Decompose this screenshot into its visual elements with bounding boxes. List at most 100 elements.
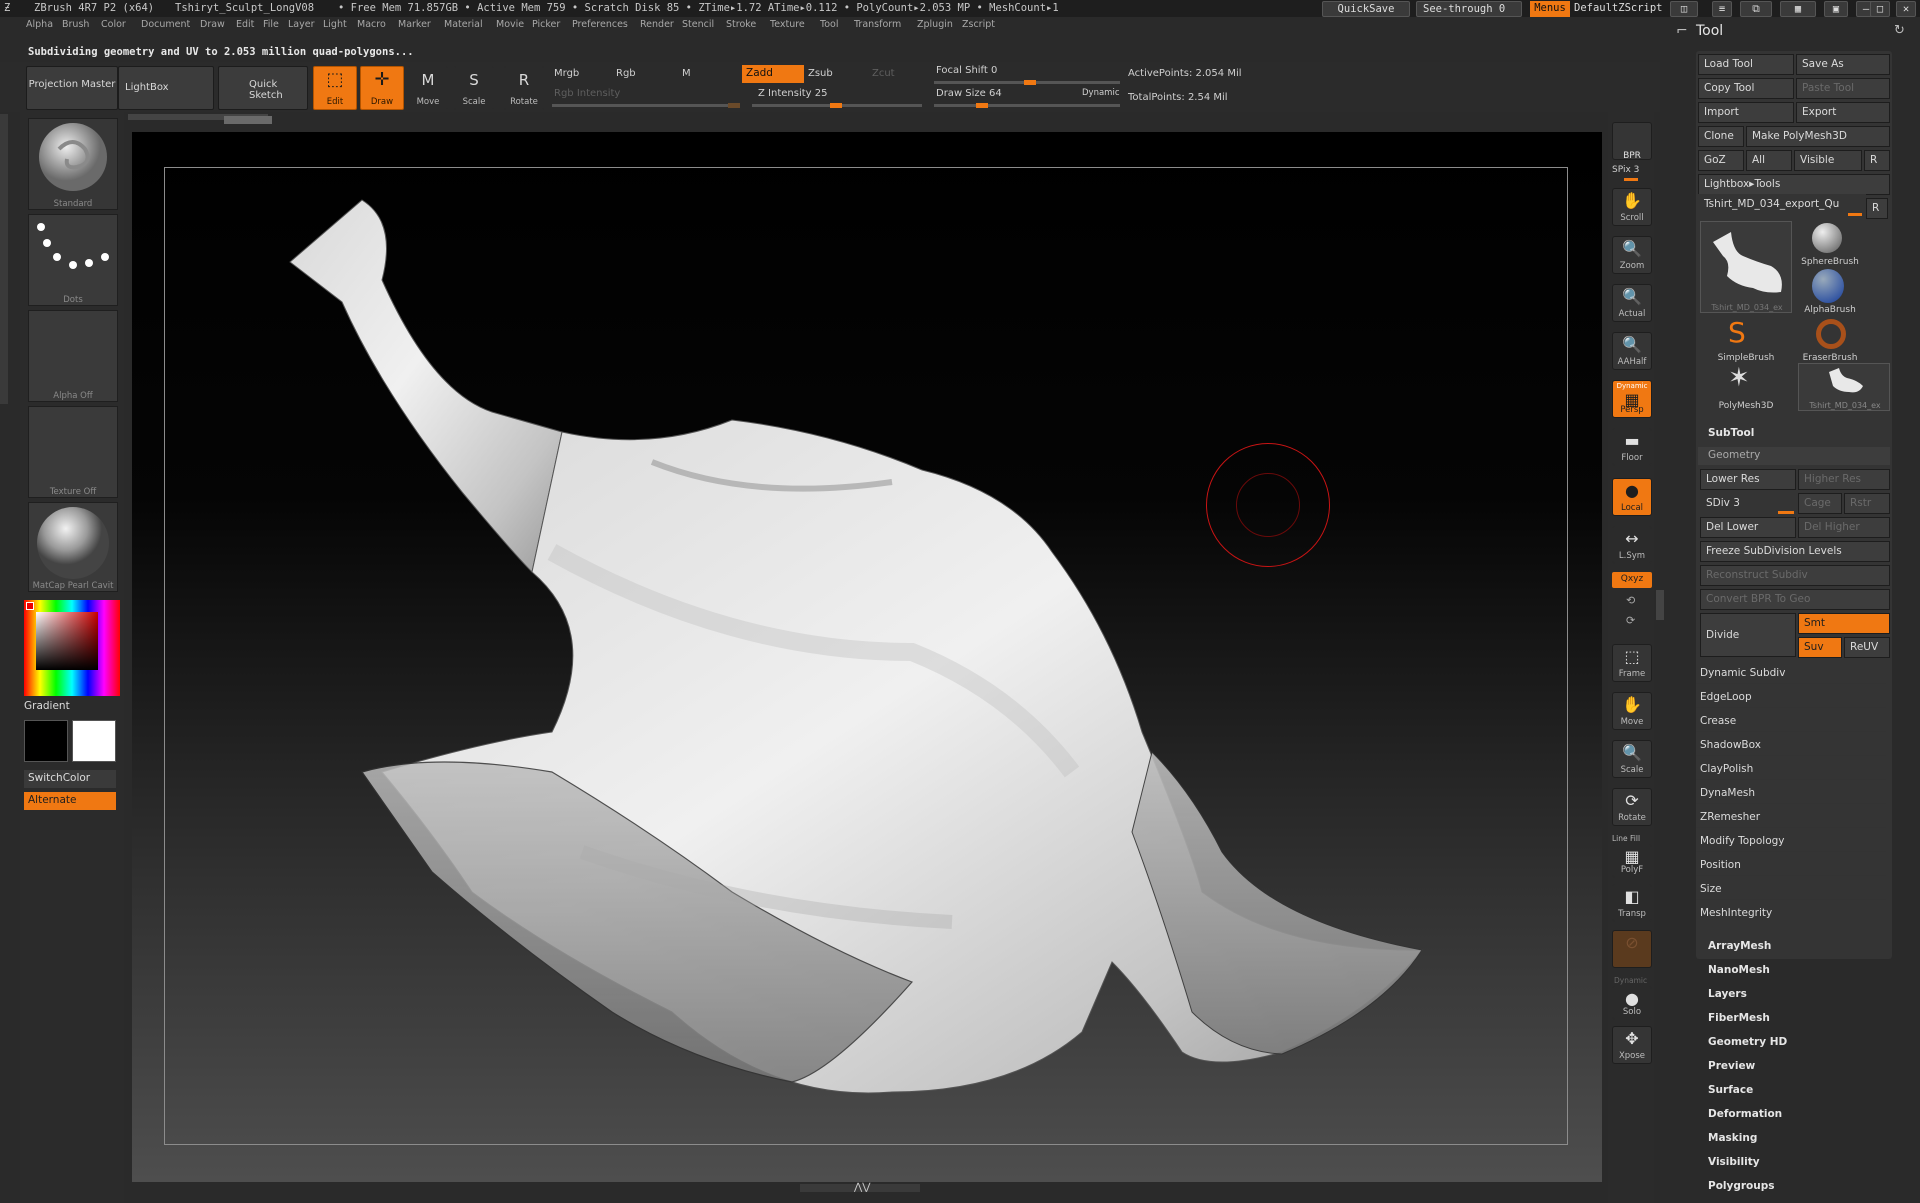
menu-layer[interactable]: Layer — [288, 19, 315, 30]
rotate-button[interactable]: R Rotate — [504, 66, 544, 110]
menu-render[interactable]: Render — [640, 19, 674, 30]
brush-selector[interactable]: Standard — [28, 118, 118, 210]
meshintegrity-subpalette[interactable]: MeshIntegrity — [1696, 902, 1886, 924]
menu-light[interactable]: Light — [323, 19, 347, 30]
alpha-selector[interactable]: Alpha Off — [28, 310, 118, 402]
geometry-hd-section[interactable]: Geometry HD — [1708, 1036, 1787, 1048]
polymesh-star-icon[interactable]: ✶ — [1728, 363, 1750, 393]
main-color-swatch[interactable] — [72, 720, 116, 762]
rgb-intensity-knob[interactable] — [728, 103, 740, 108]
dynamic-toggle[interactable]: Dynamic — [1082, 88, 1120, 98]
geometry-section[interactable]: Geometry — [1698, 447, 1890, 465]
menu-picker[interactable]: Picker — [532, 19, 560, 30]
deformation-section[interactable]: Deformation — [1708, 1108, 1782, 1120]
canvas-scroll-thumb[interactable] — [224, 116, 272, 124]
ghost-button[interactable]: ⊘ — [1612, 930, 1652, 968]
menu-transform[interactable]: Transform — [854, 19, 901, 30]
reuv-toggle[interactable]: ReUV — [1844, 637, 1890, 658]
menu-texture[interactable]: Texture — [770, 19, 805, 30]
sphere-brush-icon[interactable] — [1812, 223, 1842, 253]
convert-bpr-button[interactable]: Convert BPR To Geo — [1700, 589, 1890, 610]
window-layout-icon[interactable]: ▦ — [1780, 1, 1816, 17]
divide-button[interactable]: Divide — [1700, 613, 1796, 657]
menu-color[interactable]: Color — [101, 19, 126, 30]
make-polymesh-button[interactable]: Make PolyMesh3D — [1746, 126, 1890, 147]
nanomesh-section[interactable]: NanoMesh — [1708, 964, 1770, 976]
menu-macro[interactable]: Macro — [357, 19, 386, 30]
z-intensity-knob[interactable] — [830, 103, 842, 108]
polyf-button[interactable]: ▦ PolyF — [1612, 844, 1652, 878]
z-intensity-slider[interactable]: Z Intensity 25 — [758, 88, 827, 99]
mrgb-button[interactable]: Mrgb — [554, 68, 579, 79]
zcut-button[interactable]: Zcut — [872, 68, 895, 79]
actual-button[interactable]: 🔍 Actual — [1612, 284, 1652, 322]
secondary-color-swatch[interactable] — [24, 720, 68, 762]
tool-panel-title[interactable]: Tool — [1696, 23, 1723, 39]
load-tool-button[interactable]: Load Tool — [1698, 54, 1794, 75]
simple-brush-icon[interactable]: S — [1728, 317, 1746, 349]
zsub-button[interactable]: Zsub — [808, 68, 833, 79]
menu-material[interactable]: Material — [444, 19, 483, 30]
goz-visible-button[interactable]: Visible — [1794, 150, 1862, 171]
menu-movie[interactable]: Movie — [496, 19, 524, 30]
paste-tool-button[interactable]: Paste Tool — [1796, 78, 1890, 99]
z-intensity-track[interactable] — [752, 103, 922, 108]
menu-icon[interactable]: ≡ — [1712, 1, 1732, 17]
menu-zscript[interactable]: Zscript — [962, 19, 995, 30]
maximize-icon[interactable]: □ — [1870, 1, 1890, 17]
m-button[interactable]: M — [682, 68, 691, 79]
draw-size-knob[interactable] — [976, 103, 988, 108]
freeze-subdiv-button[interactable]: Freeze SubDivision Levels — [1700, 541, 1890, 562]
switch-color-button[interactable]: SwitchColor — [24, 770, 116, 788]
suv-toggle[interactable]: Suv — [1798, 637, 1842, 658]
draw-size-slider[interactable]: Draw Size 64 — [936, 88, 1002, 99]
windows-icon[interactable]: ⧉ — [1740, 1, 1772, 17]
scale-button[interactable]: S Scale — [454, 66, 494, 110]
menu-edit[interactable]: Edit — [236, 19, 254, 30]
persp-button[interactable]: Dynamic ▦ Persp — [1612, 380, 1652, 418]
cage-button[interactable]: Cage — [1798, 493, 1842, 514]
menu-zplugin[interactable]: Zplugin — [917, 19, 953, 30]
crease-subpalette[interactable]: Crease — [1696, 710, 1886, 732]
rgb-intensity-slider[interactable]: Rgb Intensity — [554, 88, 620, 99]
tool-panel-refresh-icon[interactable]: ↻ — [1894, 23, 1905, 38]
see-through-slider[interactable]: See-through 0 — [1416, 1, 1522, 17]
color-picker[interactable] — [24, 600, 120, 696]
menu-tool[interactable]: Tool — [820, 19, 838, 30]
zoom-button[interactable]: 🔍 Zoom — [1612, 236, 1652, 274]
menu-draw[interactable]: Draw — [200, 19, 225, 30]
menus-toggle[interactable]: Menus — [1530, 1, 1570, 17]
texture-selector[interactable]: Texture Off — [28, 406, 118, 498]
tshirt-tool-thumb[interactable]: Tshirt_MD_034_ex — [1700, 221, 1792, 313]
lsym-button[interactable]: ↔ L.Sym — [1612, 526, 1652, 564]
menu-document[interactable]: Document — [141, 19, 190, 30]
del-higher-button[interactable]: Del Higher — [1798, 517, 1890, 538]
surface-section[interactable]: Surface — [1708, 1084, 1753, 1096]
aahalf-button[interactable]: 🔍 AAHalf — [1612, 332, 1652, 370]
claypolish-subpalette[interactable]: ClayPolish — [1696, 758, 1886, 780]
sdiv-knob[interactable] — [1778, 511, 1794, 514]
local-button[interactable]: ● Local — [1612, 478, 1652, 516]
move-view-button[interactable]: ✋ Move — [1612, 692, 1652, 730]
smt-toggle[interactable]: Smt — [1798, 613, 1890, 634]
import-button[interactable]: Import — [1698, 102, 1794, 123]
xpose-button[interactable]: ✥ Xpose — [1612, 1026, 1652, 1064]
layout-icon[interactable]: ◫ — [1670, 1, 1698, 17]
menu-file[interactable]: File — [263, 19, 279, 30]
spix-knob[interactable] — [1624, 178, 1638, 181]
polygroups-section[interactable]: Polygroups — [1708, 1180, 1775, 1192]
shadowbox-subpalette[interactable]: ShadowBox — [1696, 734, 1886, 756]
modify-topology-subpalette[interactable]: Modify Topology — [1696, 830, 1886, 852]
rotate-z-icon[interactable]: ⟳ — [1626, 614, 1635, 627]
lightbox-tools-button[interactable]: Lightbox▸Tools — [1698, 174, 1890, 195]
rgb-button[interactable]: Rgb — [616, 68, 636, 79]
layers-section[interactable]: Layers — [1708, 988, 1747, 1000]
menu-stroke[interactable]: Stroke — [726, 19, 756, 30]
export-button[interactable]: Export — [1796, 102, 1890, 123]
xyz-button[interactable]: Qxyz — [1612, 572, 1652, 588]
right-tray-handle[interactable] — [1656, 590, 1664, 620]
menu-preferences[interactable]: Preferences — [572, 19, 628, 30]
clone-button[interactable]: Clone — [1698, 126, 1744, 147]
current-tool-r-button[interactable]: R — [1866, 198, 1888, 219]
menu-brush[interactable]: Brush — [62, 19, 89, 30]
